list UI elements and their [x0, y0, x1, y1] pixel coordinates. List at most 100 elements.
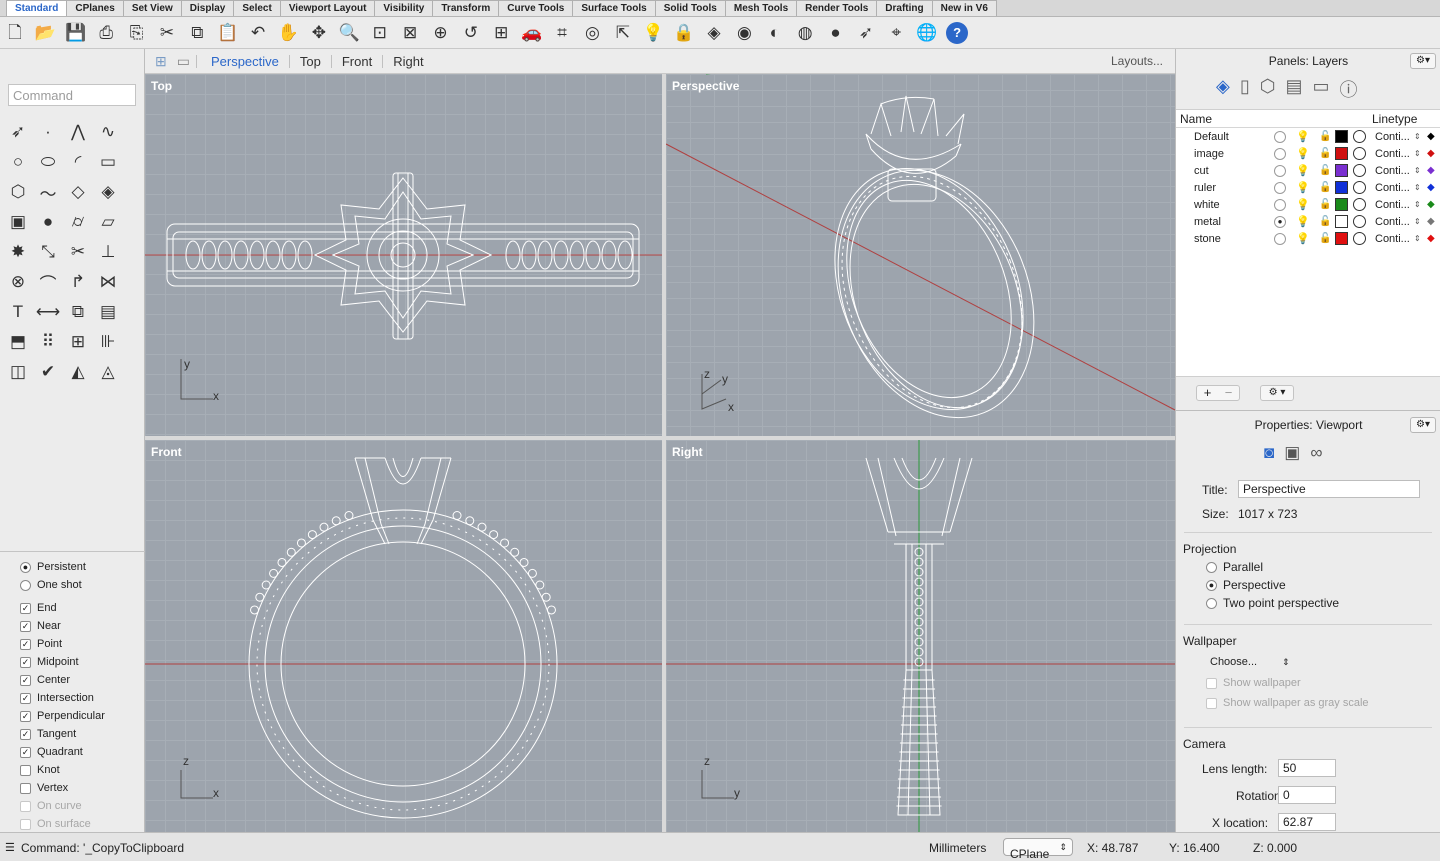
checkbox[interactable]: [20, 782, 31, 794]
zoom-icon[interactable]: 🔍: [338, 22, 360, 44]
linetype-stepper-icon[interactable]: ⇕: [1414, 234, 1421, 243]
zoom-extents-icon[interactable]: ⊠: [399, 22, 421, 44]
lock-icon[interactable]: 🔓: [1319, 182, 1331, 193]
tab-visibility[interactable]: Visibility: [375, 0, 434, 16]
undo-icon[interactable]: ↶: [247, 22, 269, 44]
layer-row[interactable]: white 💡 🔓 Conti... ⇕ ◆: [1176, 196, 1440, 213]
notes-icon[interactable]: ▤: [1285, 76, 1302, 102]
tab-select[interactable]: Select: [234, 0, 281, 16]
checkbox[interactable]: ✓: [20, 746, 31, 758]
split-icon[interactable]: ⊥: [93, 237, 123, 267]
print-color-icon[interactable]: ◆: [1427, 182, 1435, 193]
transform-icon[interactable]: ⤡: [33, 237, 63, 267]
osnap-vertex[interactable]: Vertex: [0, 779, 145, 797]
tab-viewport-layout[interactable]: Viewport Layout: [280, 0, 376, 16]
viewport-perspective[interactable]: Perspective z y x: [666, 74, 1175, 436]
grid-icon[interactable]: ⊞: [63, 327, 93, 357]
rotation-input[interactable]: 0: [1278, 786, 1336, 804]
layer-name[interactable]: image: [1194, 148, 1224, 160]
layer-row[interactable]: ruler 💡 🔓 Conti... ⇕ ◆: [1176, 179, 1440, 196]
loft-icon[interactable]: ⌒: [33, 267, 63, 297]
camera-icon[interactable]: ◙: [1264, 443, 1274, 463]
viewport-tab-perspective[interactable]: Perspective: [201, 55, 289, 68]
group-icon[interactable]: ⧉: [63, 297, 93, 327]
osnap-perpendicular[interactable]: ✓ Perpendicular: [0, 707, 145, 725]
car-icon[interactable]: 🚗: [521, 22, 543, 44]
layer-color-swatch[interactable]: [1335, 198, 1348, 211]
osnap-on-surface[interactable]: On surface: [0, 815, 145, 833]
x-location-input[interactable]: 62.87: [1278, 813, 1336, 831]
check-icon[interactable]: ✔: [33, 357, 63, 387]
print-color-icon[interactable]: ◆: [1427, 131, 1435, 142]
link-icon[interactable]: ∞: [1310, 443, 1322, 463]
command-history-icon[interactable]: ☰: [5, 841, 15, 854]
layer-name[interactable]: metal: [1194, 216, 1221, 228]
single-view-layout-icon[interactable]: ▭: [177, 53, 190, 70]
print-color-icon[interactable]: ◆: [1427, 148, 1435, 159]
explode-icon[interactable]: ✸: [3, 237, 33, 267]
checkbox[interactable]: [20, 764, 31, 776]
pointer-icon[interactable]: ➶: [855, 22, 877, 44]
show-wallpaper-checkbox[interactable]: Show wallpaper: [1206, 677, 1301, 689]
cut-icon[interactable]: ✂: [156, 22, 178, 44]
material-icon[interactable]: [1353, 130, 1366, 143]
layer-color-swatch[interactable]: [1335, 147, 1348, 160]
projection-parallel[interactable]: Parallel: [1206, 560, 1263, 574]
current-layer-icon[interactable]: [1274, 147, 1286, 160]
viewport-tab-front[interactable]: Front: [330, 54, 382, 68]
linetype-stepper-icon[interactable]: ⇕: [1414, 166, 1421, 175]
block-icon[interactable]: ▤: [93, 297, 123, 327]
layer-gear-icon[interactable]: ⚙ ▾: [1260, 385, 1294, 401]
plane-icon[interactable]: ▱: [93, 207, 123, 237]
osnap-mode-persistent[interactable]: ● Persistent: [0, 558, 145, 576]
osnap-quadrant[interactable]: ✓ Quadrant: [0, 743, 145, 761]
lens-length-input[interactable]: 50: [1278, 759, 1336, 777]
viewport-tab-top[interactable]: Top: [288, 54, 331, 68]
current-layer-icon[interactable]: [1274, 198, 1286, 211]
checkbox[interactable]: ✓: [20, 710, 31, 722]
layer-linetype[interactable]: Conti...: [1375, 233, 1410, 245]
cplane-select[interactable]: CPlane ⇕: [1003, 838, 1073, 861]
zoom-selected-icon[interactable]: ⊕: [429, 22, 451, 44]
rectangle-icon[interactable]: ▭: [93, 147, 123, 177]
osnap-near[interactable]: ✓ Near: [0, 617, 145, 635]
layer-linetype[interactable]: Conti...: [1375, 148, 1410, 160]
tab-mesh-tools[interactable]: Mesh Tools: [725, 0, 798, 16]
import-icon[interactable]: ⎘: [126, 22, 148, 44]
layer-name[interactable]: ruler: [1194, 182, 1216, 194]
lock-icon[interactable]: 🔓: [1319, 148, 1331, 159]
material-icon[interactable]: [1353, 147, 1366, 160]
checkbox[interactable]: [20, 800, 31, 812]
checkbox[interactable]: ✓: [20, 638, 31, 650]
arc-icon[interactable]: ◜: [63, 147, 93, 177]
material-icon[interactable]: [1353, 181, 1366, 194]
bulb-on-icon[interactable]: 💡: [1296, 198, 1310, 211]
help-icon[interactable]: ⓘ: [1340, 76, 1358, 102]
zoom-window-icon[interactable]: ⊡: [369, 22, 391, 44]
layer-color-swatch[interactable]: [1335, 164, 1348, 177]
layer-linetype[interactable]: Conti...: [1375, 182, 1410, 194]
globe-icon[interactable]: 🌐: [916, 22, 938, 44]
tab-display[interactable]: Display: [181, 0, 235, 16]
extrude-icon[interactable]: ⬒: [3, 327, 33, 357]
surface-icon[interactable]: ◇: [63, 177, 93, 207]
curve-icon[interactable]: ∿: [93, 117, 123, 147]
analyze-icon[interactable]: ◫: [3, 357, 33, 387]
tab-transform[interactable]: Transform: [433, 0, 500, 16]
checkbox[interactable]: ✓: [20, 620, 31, 632]
layer-row[interactable]: cut 💡 🔓 Conti... ⇕ ◆: [1176, 162, 1440, 179]
units-label[interactable]: Millimeters: [929, 841, 986, 855]
current-layer-icon[interactable]: [1274, 181, 1286, 194]
viewport-right[interactable]: Right z y: [666, 440, 1175, 832]
column-name[interactable]: Name: [1180, 112, 1212, 126]
circle-icon[interactable]: ○: [3, 147, 33, 177]
material-icon[interactable]: [1353, 198, 1366, 211]
save-icon[interactable]: 💾: [65, 22, 87, 44]
wallpaper-choose-select[interactable]: Choose... ⇕: [1210, 656, 1290, 668]
osnap-on-curve[interactable]: On curve: [0, 797, 145, 815]
fillet-icon[interactable]: ↱: [63, 267, 93, 297]
checkbox[interactable]: ✓: [20, 674, 31, 686]
checkbox[interactable]: ✓: [20, 692, 31, 704]
color-wheel-icon[interactable]: ◉: [733, 22, 755, 44]
print-icon[interactable]: ⎙: [95, 22, 117, 44]
